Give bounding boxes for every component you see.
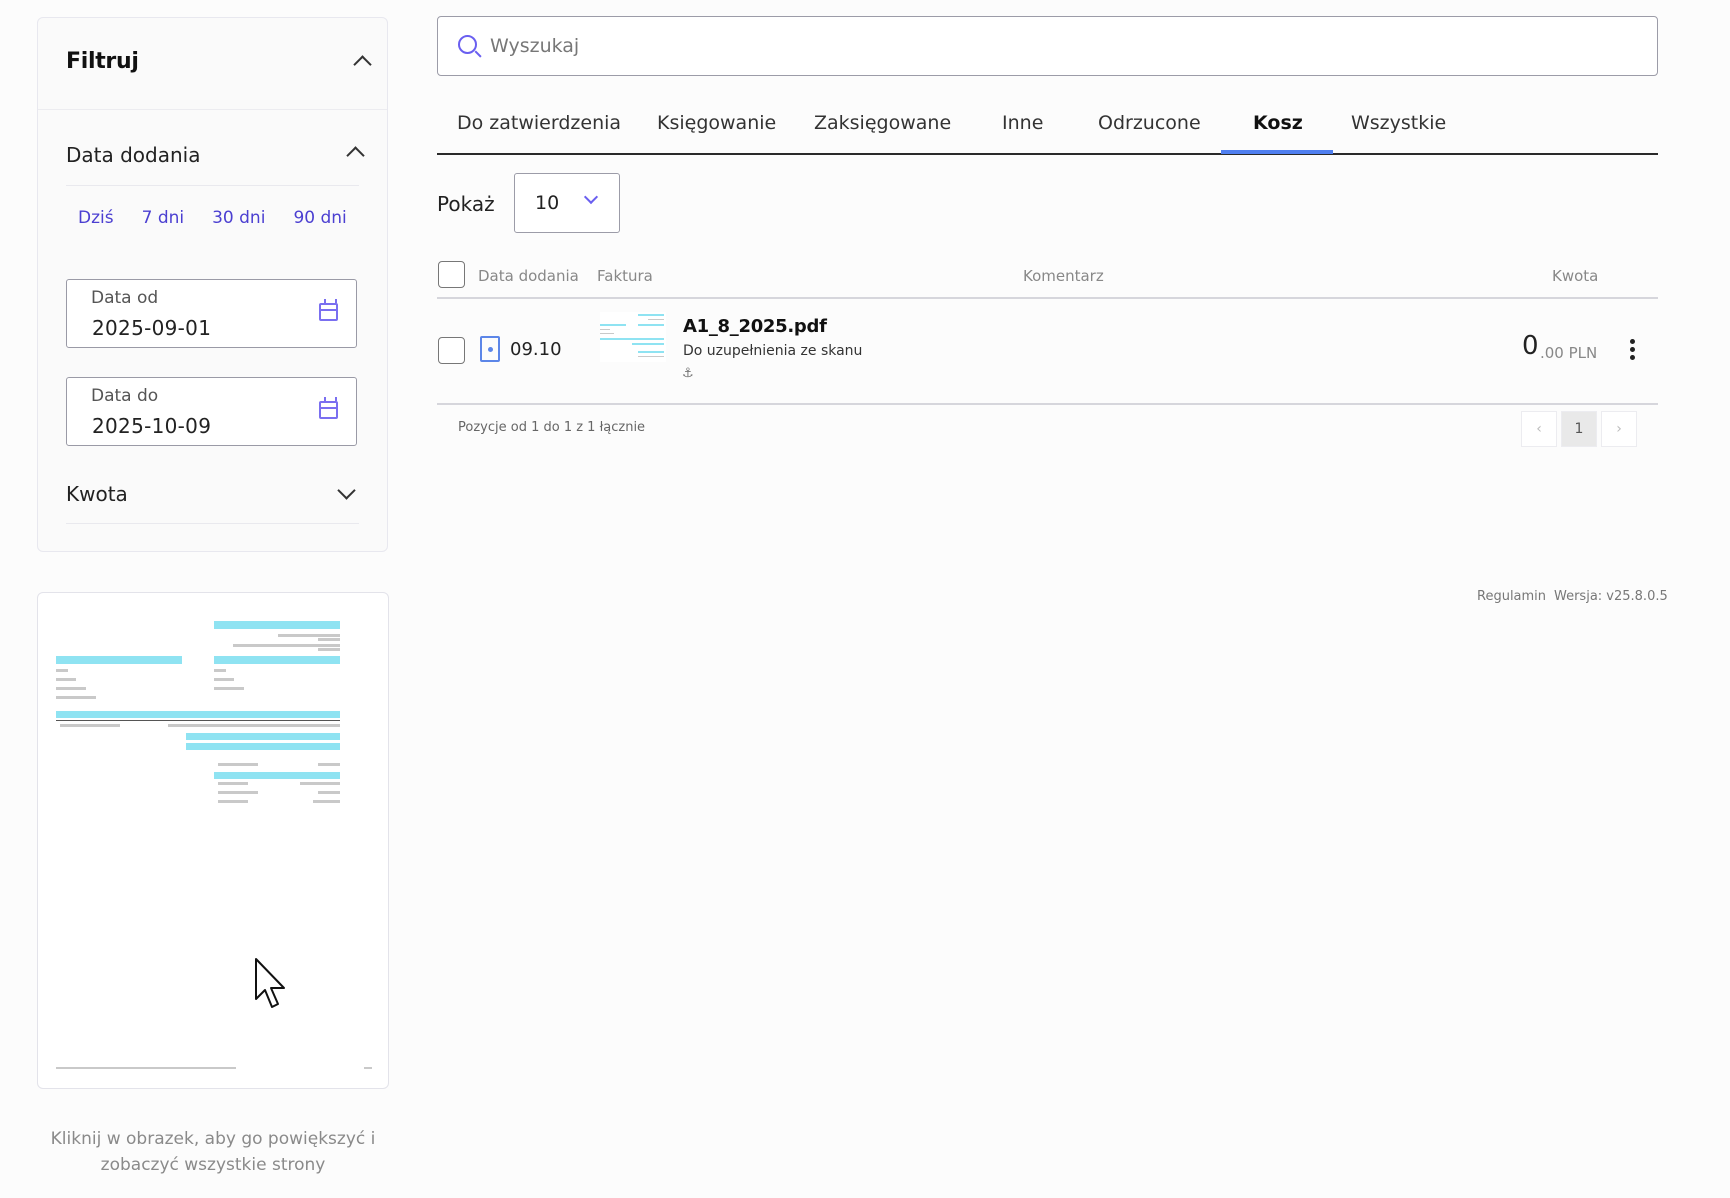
column-header-amount[interactable]: Kwota	[1552, 267, 1598, 285]
tab-wszystkie[interactable]: Wszystkie	[1351, 112, 1446, 134]
terms-link[interactable]: Regulamin	[1477, 589, 1546, 604]
row-actions-kebab-icon[interactable]	[1625, 339, 1639, 365]
date-added-section-title[interactable]: Data dodania	[66, 143, 200, 167]
date-to-value[interactable]: 2025-10-09	[92, 414, 211, 438]
status-tabs: Do zatwierdzenia Księgowanie Zaksięgowan…	[437, 100, 1658, 155]
search-box[interactable]	[437, 16, 1658, 76]
date-to-field[interactable]: Data do 2025-10-09	[66, 377, 357, 446]
amount-section-title[interactable]: Kwota	[66, 482, 128, 506]
quick-range-30-days[interactable]: 30 dni	[212, 208, 265, 228]
calendar-icon[interactable]	[319, 299, 338, 321]
tab-odrzucone[interactable]: Odrzucone	[1098, 112, 1201, 134]
tab-ksiegowanie[interactable]: Księgowanie	[657, 112, 776, 134]
row-amount-fraction: .00 PLN	[1540, 344, 1598, 362]
tab-do-zatwierdzenia[interactable]: Do zatwierdzenia	[457, 112, 621, 134]
row-comment: Do uzupełnienia ze skanu	[683, 343, 863, 359]
chevron-down-icon[interactable]	[337, 481, 356, 500]
search-input[interactable]	[490, 17, 1630, 75]
chevron-up-icon[interactable]	[353, 55, 372, 74]
quick-range-7-days[interactable]: 7 dni	[142, 208, 185, 228]
date-from-label: Data od	[91, 288, 159, 308]
invoice-thumbnail[interactable]	[600, 312, 666, 362]
pagination-page-1[interactable]: 1	[1561, 411, 1597, 447]
anchor-icon[interactable]: ⚓	[682, 366, 694, 381]
row-amount-integer: 0	[1522, 331, 1539, 361]
document-icon	[480, 336, 500, 362]
column-header-date-added[interactable]: Data dodania	[478, 267, 579, 285]
divider	[66, 185, 359, 186]
date-to-label: Data do	[91, 386, 159, 406]
row-file-name[interactable]: A1_8_2025.pdf	[683, 316, 827, 337]
tab-inne[interactable]: Inne	[1002, 112, 1043, 134]
active-tab-indicator	[1221, 150, 1333, 154]
chevron-up-icon[interactable]	[346, 146, 365, 165]
pagination-info: Pozycje od 1 do 1 z 1 łącznie	[458, 420, 646, 435]
select-all-checkbox[interactable]	[438, 261, 465, 288]
pagination-prev-button[interactable]: ‹	[1521, 411, 1557, 447]
row-date-added: 09.10	[510, 339, 562, 360]
mouse-cursor-icon	[255, 958, 285, 1008]
chevron-down-icon	[583, 189, 599, 205]
quick-range-today[interactable]: Dziś	[78, 208, 114, 228]
page-size-label: Pokaż	[437, 192, 495, 216]
divider	[66, 523, 359, 524]
tab-kosz[interactable]: Kosz	[1253, 112, 1303, 134]
invoice-preview-thumbnail[interactable]	[37, 592, 389, 1089]
filter-title: Filtruj	[66, 49, 139, 74]
column-header-invoice[interactable]: Faktura	[597, 267, 653, 285]
divider	[437, 403, 1658, 405]
row-checkbox[interactable]	[438, 337, 465, 364]
preview-caption: Kliknij w obrazek, aby go powiększyć i z…	[50, 1129, 376, 1175]
column-header-comment[interactable]: Komentarz	[1023, 267, 1104, 285]
date-from-value[interactable]: 2025-09-01	[92, 316, 211, 340]
quick-range-90-days[interactable]: 90 dni	[293, 208, 346, 228]
page-size-value: 10	[535, 192, 560, 214]
date-from-field[interactable]: Data od 2025-09-01	[66, 279, 357, 348]
filter-header[interactable]: Filtruj	[38, 18, 387, 110]
quick-date-ranges: Dziś 7 dni 30 dni 90 dni	[78, 208, 375, 228]
filter-panel: Filtruj Data dodania Dziś 7 dni 30 dni 9…	[37, 17, 388, 552]
tab-zaksiegowane[interactable]: Zaksięgowane	[814, 112, 951, 134]
search-icon	[458, 35, 477, 54]
version-label: Wersja: v25.8.0.5	[1554, 589, 1668, 604]
page-size-select[interactable]: 10	[514, 173, 620, 233]
divider	[437, 297, 1658, 299]
pagination-next-button[interactable]: ›	[1601, 411, 1637, 447]
calendar-icon[interactable]	[319, 397, 338, 419]
